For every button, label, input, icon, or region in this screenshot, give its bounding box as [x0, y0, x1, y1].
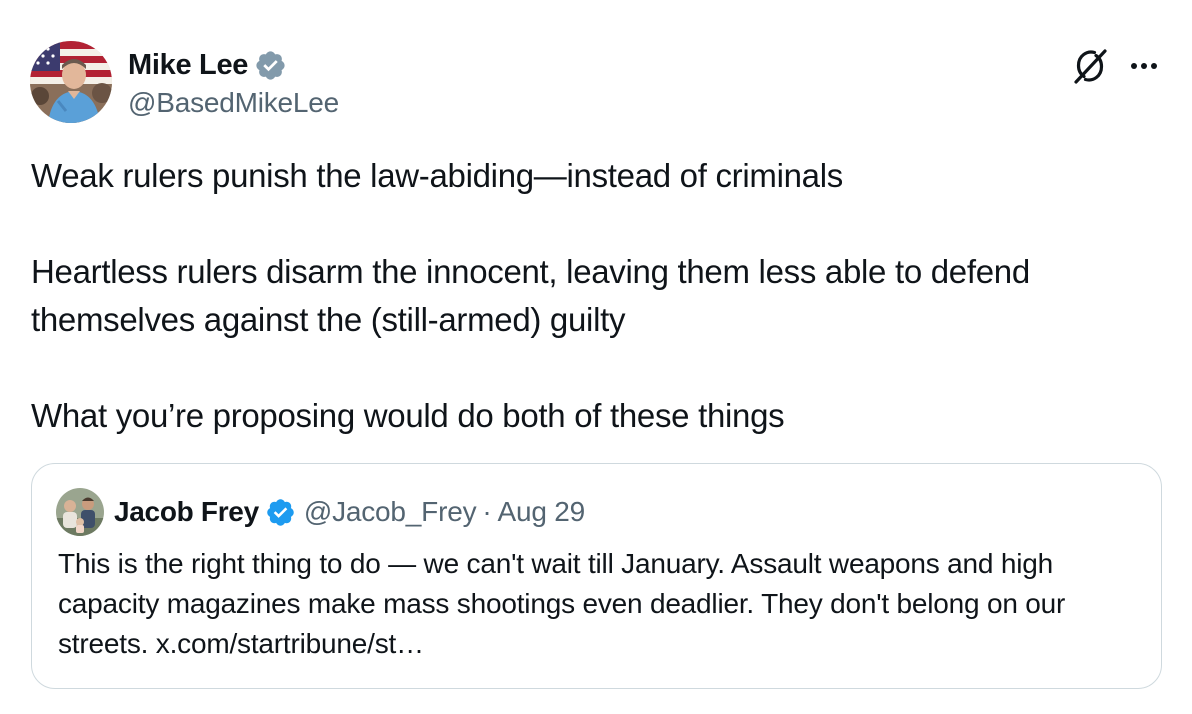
author-names: Mike Lee @BasedMikeLee — [128, 45, 339, 119]
author-name-row: Mike Lee — [128, 45, 339, 85]
tweet-header: Mike Lee @BasedMikeLee — [30, 40, 339, 124]
quoted-tweet-date[interactable]: Aug 29 — [498, 496, 586, 528]
verified-badge-icon[interactable] — [254, 49, 287, 82]
more-icon[interactable] — [1126, 48, 1162, 84]
tweet-text: Weak rulers punish the law-abiding—inste… — [31, 152, 1161, 440]
quoted-author-avatar[interactable] — [56, 488, 104, 536]
quoted-author-name[interactable]: Jacob Frey — [114, 496, 259, 528]
tweet-paragraph-1: Weak rulers punish the law-abiding—inste… — [31, 157, 843, 194]
quoted-tweet-header: Jacob Frey @Jacob_Frey · Aug 29 — [56, 488, 585, 536]
separator-dot: · — [482, 496, 492, 527]
author-display-name[interactable]: Mike Lee — [128, 49, 248, 82]
quoted-author-handle[interactable]: @Jacob_Frey — [304, 496, 477, 528]
tweet-actions-top — [1070, 46, 1162, 86]
quoted-avatar-photo — [56, 488, 104, 536]
tweet-paragraph-2: Heartless rulers disarm the innocent, le… — [31, 253, 1030, 338]
author-avatar[interactable] — [30, 41, 112, 123]
quoted-tweet-text: This is the right thing to do — we can't… — [58, 548, 1066, 659]
quoted-tweet[interactable]: Jacob Frey @Jacob_Frey · Aug 29 This is … — [31, 463, 1162, 689]
author-handle[interactable]: @BasedMikeLee — [128, 87, 339, 119]
avatar-photo — [30, 41, 112, 123]
tweet-card: Mike Lee @BasedMikeLee Weak rulers punis… — [0, 0, 1192, 714]
tweet-paragraph-3: What you’re proposing would do both of t… — [31, 397, 785, 434]
verified-badge-icon[interactable] — [265, 497, 296, 528]
grok-icon[interactable] — [1070, 46, 1110, 86]
